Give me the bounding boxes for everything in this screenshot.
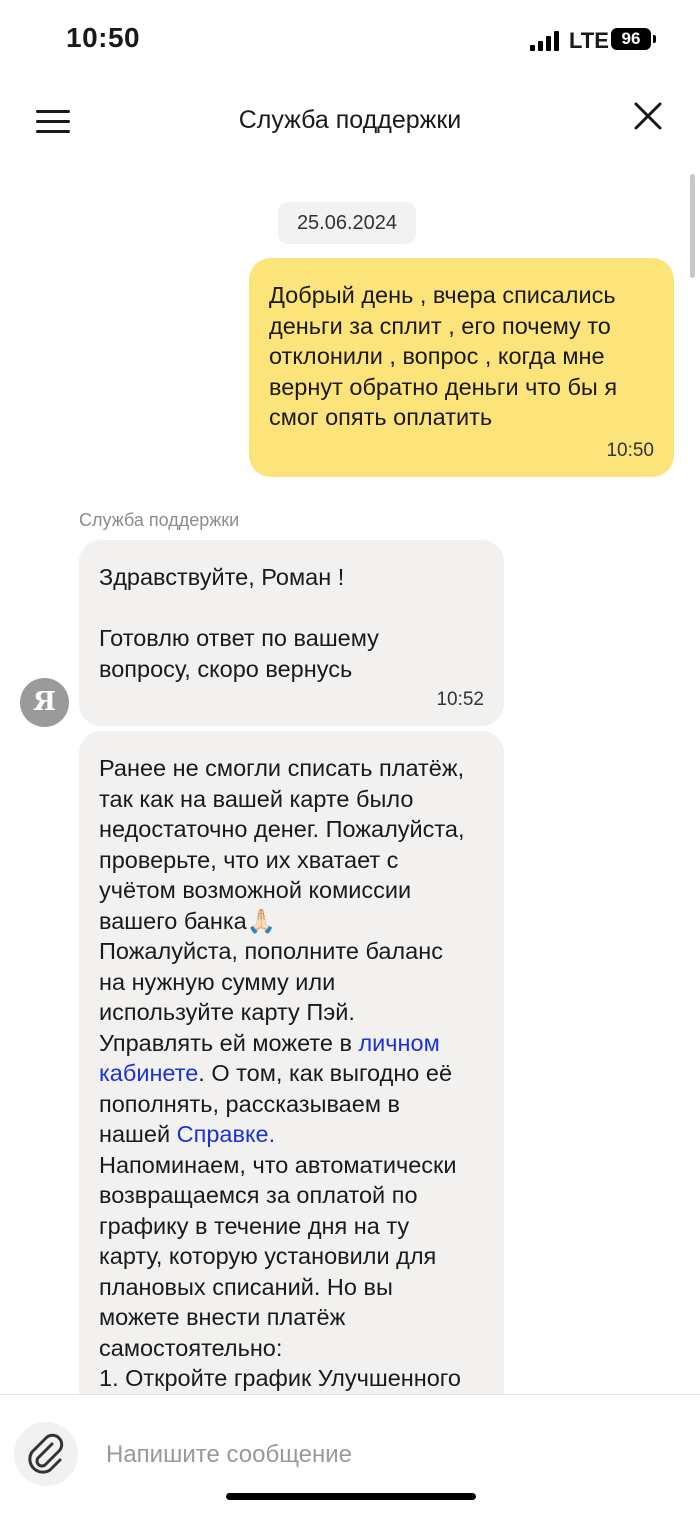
signal-icon	[530, 31, 562, 51]
support-avatar: Я	[20, 678, 69, 727]
battery-tip	[653, 35, 656, 43]
outgoing-message: Добрый день , вчера списались деньги за …	[249, 258, 674, 477]
incoming-message: Ранее не смогли списать платёж, так как …	[79, 731, 504, 1394]
incoming-message-time: 10:52	[436, 689, 484, 710]
attach-button[interactable]	[14, 1422, 78, 1486]
help-link[interactable]: Справке.	[177, 1121, 275, 1147]
status-time: 10:50	[66, 22, 141, 53]
message-text-part: Напоминаем, что автоматически возвращаем…	[99, 1151, 461, 1392]
page-title: Служба поддержки	[238, 106, 462, 134]
message-input[interactable]	[100, 1433, 672, 1477]
incoming-message: Здравствуйте, Роман ! Готовлю ответ по в…	[79, 540, 504, 726]
paperclip-icon	[28, 1433, 64, 1474]
message-composer	[0, 1394, 700, 1515]
date-chip: 25.06.2024	[278, 202, 416, 244]
status-bar: 10:50 LTE 96	[0, 0, 700, 80]
sender-name: Служба поддержки	[79, 510, 240, 530]
incoming-message-text: Здравствуйте, Роман ! Готовлю ответ по в…	[99, 564, 379, 682]
network-type: LTE	[569, 28, 609, 53]
header: Служба поддержки	[0, 80, 700, 166]
battery-icon: 96	[611, 28, 651, 50]
chat-area[interactable]: 25.06.2024 Добрый день , вчера списались…	[0, 166, 700, 1394]
home-indicator	[226, 1493, 476, 1500]
scrollbar[interactable]	[690, 174, 695, 278]
close-icon[interactable]	[628, 96, 668, 136]
outgoing-message-time: 10:50	[606, 440, 654, 461]
message-text-part: Ранее не смогли списать платёж, так как …	[99, 755, 465, 1056]
outgoing-message-text: Добрый день , вчера списались деньги за …	[269, 282, 618, 430]
incoming-message-text: Ранее не смогли списать платёж, так как …	[99, 753, 484, 1394]
